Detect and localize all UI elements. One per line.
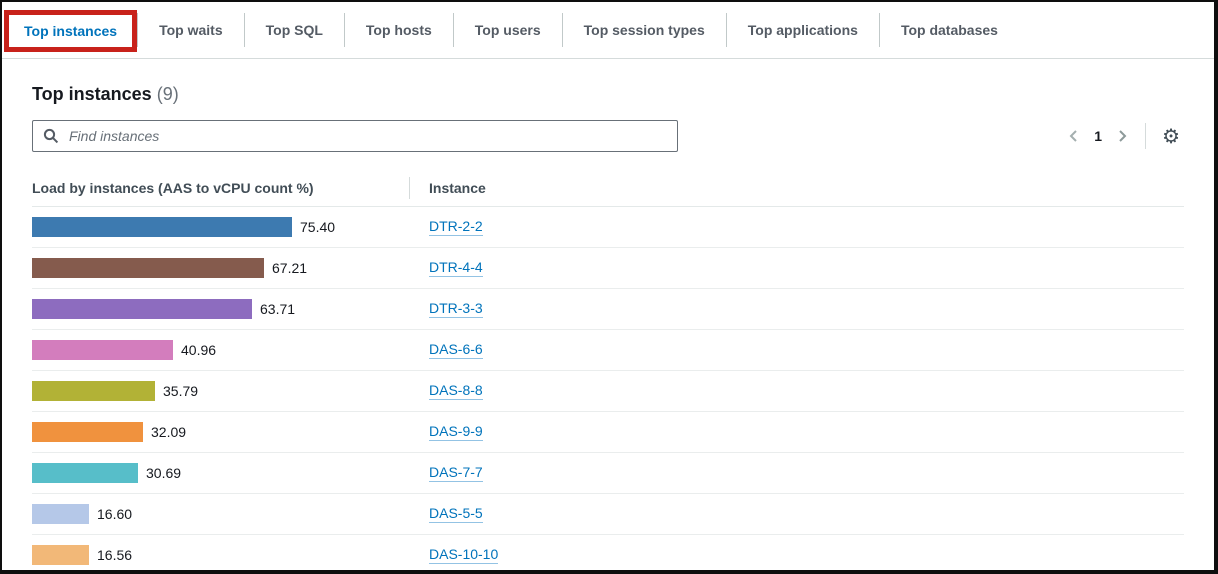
instance-link[interactable]: DTR-2-2 bbox=[429, 218, 483, 236]
instance-link[interactable]: DTR-4-4 bbox=[429, 259, 483, 277]
page-title: Top instances (9) bbox=[32, 84, 1184, 105]
instances-table: Load by instances (AAS to vCPU count %) … bbox=[32, 170, 1184, 574]
load-value: 75.40 bbox=[300, 219, 335, 235]
instance-cell: DAS-6-6 bbox=[410, 341, 483, 359]
instance-cell: DAS-8-8 bbox=[410, 382, 483, 400]
instance-cell: DAS-10-10 bbox=[410, 546, 498, 564]
tab-top-databases[interactable]: Top databases bbox=[880, 22, 1019, 38]
panel-count: (9) bbox=[157, 84, 179, 104]
table-row: 16.60 DAS-5-5 bbox=[32, 494, 1184, 535]
load-value: 32.09 bbox=[151, 424, 186, 440]
instance-link[interactable]: DAS-9-9 bbox=[429, 423, 483, 441]
table-body: 75.40 DTR-2-2 67.21 DTR-4-4 63.71 bbox=[32, 207, 1184, 574]
tab-top-session-types[interactable]: Top session types bbox=[563, 22, 726, 38]
previous-page-button[interactable] bbox=[1067, 128, 1081, 144]
instance-cell: DTR-4-4 bbox=[410, 259, 483, 277]
tab-label: Top session types bbox=[584, 22, 705, 38]
table-row: 35.79 DAS-8-8 bbox=[32, 371, 1184, 412]
gear-icon[interactable]: ⚙ bbox=[1162, 126, 1180, 146]
load-bar bbox=[32, 381, 155, 401]
load-value: 40.96 bbox=[181, 342, 216, 358]
load-bar bbox=[32, 504, 89, 524]
table-row: 16.56 DAS-10-10 bbox=[32, 535, 1184, 574]
tab-label: Top hosts bbox=[366, 22, 432, 38]
tab-top-sql[interactable]: Top SQL bbox=[245, 22, 344, 38]
instance-link[interactable]: DAS-8-8 bbox=[429, 382, 483, 400]
load-bar bbox=[32, 545, 89, 565]
pager-divider bbox=[1145, 123, 1146, 149]
table-row: 75.40 DTR-2-2 bbox=[32, 207, 1184, 248]
column-header-load: Load by instances (AAS to vCPU count %) bbox=[32, 180, 409, 196]
table-header: Load by instances (AAS to vCPU count %) … bbox=[32, 170, 1184, 207]
top-dimensions-tabbar: Top instances Top waits Top SQL Top hosts To… bbox=[2, 2, 1214, 59]
instance-cell: DTR-2-2 bbox=[410, 218, 483, 236]
toolbar: 1 ⚙ bbox=[32, 120, 1184, 152]
load-value: 30.69 bbox=[146, 465, 181, 481]
instance-link[interactable]: DTR-3-3 bbox=[429, 300, 483, 318]
instance-cell: DAS-9-9 bbox=[410, 423, 483, 441]
instance-cell: DAS-7-7 bbox=[410, 464, 483, 482]
tab-label: Top waits bbox=[159, 22, 223, 38]
load-cell: 16.60 bbox=[32, 504, 410, 524]
table-row: 30.69 DAS-7-7 bbox=[32, 453, 1184, 494]
instance-link[interactable]: DAS-5-5 bbox=[429, 505, 483, 523]
load-cell: 75.40 bbox=[32, 217, 410, 237]
panel-title-text: Top instances bbox=[32, 84, 152, 104]
instance-link[interactable]: DAS-7-7 bbox=[429, 464, 483, 482]
load-cell: 30.69 bbox=[32, 463, 410, 483]
instance-cell: DAS-5-5 bbox=[410, 505, 483, 523]
load-cell: 35.79 bbox=[32, 381, 410, 401]
performance-insights-panel: Top instances Top waits Top SQL Top hosts To… bbox=[0, 0, 1218, 574]
instance-link[interactable]: DAS-6-6 bbox=[429, 341, 483, 359]
load-cell: 63.71 bbox=[32, 299, 410, 319]
annotation-highlight-box: Top instances bbox=[4, 10, 137, 52]
tab-top-applications[interactable]: Top applications bbox=[727, 22, 879, 38]
load-cell: 16.56 bbox=[32, 545, 410, 565]
tab-top-hosts[interactable]: Top hosts bbox=[345, 22, 453, 38]
load-value: 16.56 bbox=[97, 547, 132, 563]
load-bar bbox=[32, 340, 173, 360]
tab-label: Top databases bbox=[901, 22, 998, 38]
search-box[interactable] bbox=[32, 120, 678, 152]
load-cell: 40.96 bbox=[32, 340, 410, 360]
load-cell: 67.21 bbox=[32, 258, 410, 278]
tab-label: Top applications bbox=[748, 22, 858, 38]
chevron-right-icon bbox=[1115, 128, 1129, 144]
tab-top-users[interactable]: Top users bbox=[454, 22, 562, 38]
table-row: 63.71 DTR-3-3 bbox=[32, 289, 1184, 330]
table-row: 32.09 DAS-9-9 bbox=[32, 412, 1184, 453]
instance-link[interactable]: DAS-10-10 bbox=[429, 546, 498, 564]
panel-content: Top instances (9) bbox=[2, 84, 1214, 574]
load-bar bbox=[32, 463, 138, 483]
load-bar bbox=[32, 258, 264, 278]
chevron-left-icon bbox=[1067, 128, 1081, 144]
tab-top-waits[interactable]: Top waits bbox=[138, 22, 244, 38]
load-value: 63.71 bbox=[260, 301, 295, 317]
instance-cell: DTR-3-3 bbox=[410, 300, 483, 318]
current-page-number[interactable]: 1 bbox=[1094, 128, 1102, 144]
next-page-button[interactable] bbox=[1115, 128, 1129, 144]
pagination: 1 ⚙ bbox=[1067, 123, 1180, 149]
load-bar bbox=[32, 217, 292, 237]
load-bar bbox=[32, 299, 252, 319]
tab-label: Top instances bbox=[24, 23, 117, 39]
search-icon bbox=[43, 128, 59, 144]
tab-top-instances[interactable]: Top instances bbox=[24, 23, 117, 39]
tab-label: Top users bbox=[475, 22, 541, 38]
load-value: 35.79 bbox=[163, 383, 198, 399]
search-input[interactable] bbox=[67, 127, 667, 145]
load-bar bbox=[32, 422, 143, 442]
column-header-instance: Instance bbox=[410, 180, 486, 196]
tab-label: Top SQL bbox=[266, 22, 323, 38]
table-row: 67.21 DTR-4-4 bbox=[32, 248, 1184, 289]
load-value: 16.60 bbox=[97, 506, 132, 522]
load-value: 67.21 bbox=[272, 260, 307, 276]
load-cell: 32.09 bbox=[32, 422, 410, 442]
table-row: 40.96 DAS-6-6 bbox=[32, 330, 1184, 371]
